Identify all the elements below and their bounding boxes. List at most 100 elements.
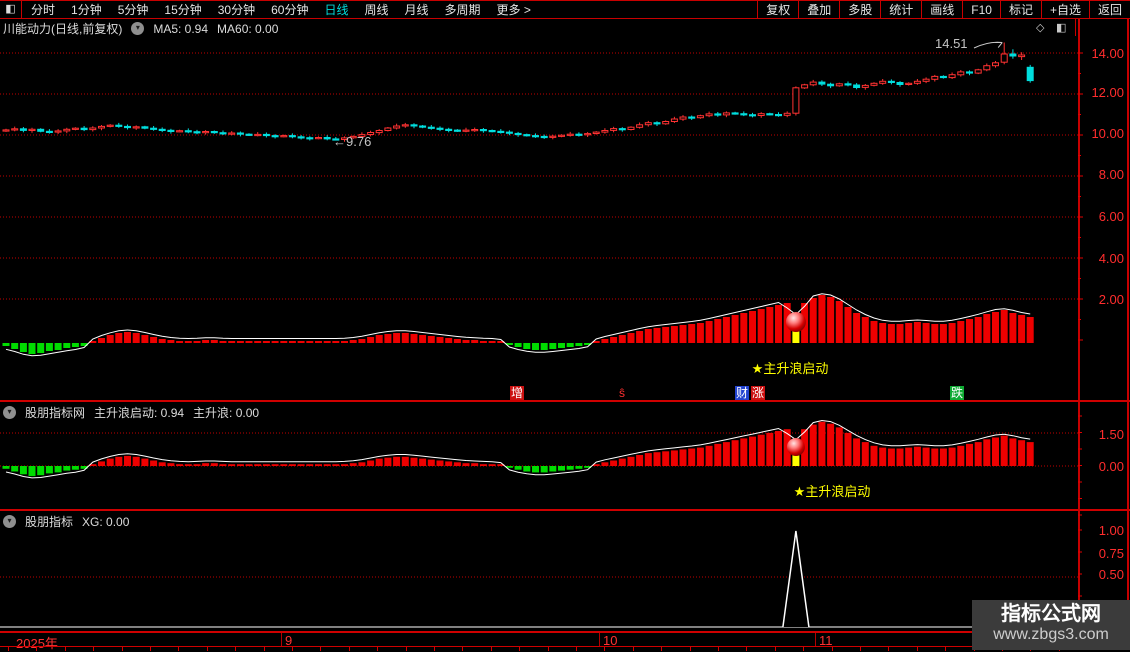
timeline-tick <box>292 647 293 651</box>
date-axis[interactable]: 2025年 9 10 11 <box>0 631 1130 651</box>
watermark-url: www.zbgs3.com <box>993 626 1109 643</box>
timeline-tick <box>320 647 322 651</box>
ma60-readout: MA60: 0.00 <box>217 21 279 36</box>
biaoji-button[interactable]: 标记 <box>999 1 1041 18</box>
timeline-tick <box>235 647 237 651</box>
diamond-icon[interactable]: ◇ <box>1036 21 1044 34</box>
layout-icon[interactable]: ◧ <box>0 1 22 18</box>
timeline-tick <box>206 647 208 651</box>
duogu-button[interactable]: 多股 <box>839 1 880 18</box>
site-watermark: 指标公式网 www.zbgs3.com <box>972 600 1130 650</box>
timeline-tick <box>434 647 435 651</box>
panel2-title: 股朋指标网 <box>25 406 86 420</box>
huaxian-button[interactable]: 画线 <box>921 1 962 18</box>
timeline-tick <box>8 647 9 651</box>
timeline-tick <box>93 647 95 651</box>
toolbar-right-buttons: 复权 叠加 多股 统计 画线 F10 标记 +自选 返回 <box>757 1 1130 18</box>
fuquan-button[interactable]: 复权 <box>757 1 798 18</box>
main-chart-header: 川能动力(日线,前复权) ▾ MA5: 0.94 MA60: 0.00 <box>3 20 278 37</box>
panel3-title: 股朋指标 <box>25 515 74 529</box>
timeline-tick <box>746 647 748 651</box>
tab-15min[interactable]: 15分钟 <box>164 1 201 18</box>
timeline-tick <box>178 647 180 651</box>
timeline-tick <box>64 647 66 651</box>
month-divider <box>281 633 282 646</box>
timeline-tick <box>604 647 606 651</box>
tab-30min[interactable]: 30分钟 <box>218 1 255 18</box>
tab-fenshi[interactable]: 分时 <box>31 1 55 18</box>
timeline-tick <box>689 647 691 651</box>
top-toolbar: ◧ 分时 1分钟 5分钟 15分钟 30分钟 60分钟 日线 周线 月线 多周期… <box>0 0 1130 19</box>
panel-separator <box>0 400 1130 402</box>
timeline-tick <box>150 647 151 651</box>
signal-label-panel2: ★主升浪启动 <box>793 484 871 499</box>
timeline-tick <box>348 647 350 651</box>
month-divider <box>815 633 816 646</box>
axis-ticks <box>1078 52 1083 619</box>
panel3-header: ▾ 股朋指标 XG: 0.00 <box>3 513 129 530</box>
marker-s-flag[interactable]: ŝ <box>618 386 626 400</box>
tab-monthly[interactable]: 月线 <box>405 1 429 18</box>
marker-die[interactable]: 跌 <box>950 386 965 400</box>
diejia-button[interactable]: 叠加 <box>798 1 839 18</box>
timeline-tick <box>263 647 265 651</box>
tab-multi-period[interactable]: 多周期 <box>445 1 481 18</box>
stock-title: 川能动力(日线,前复权) <box>3 22 123 36</box>
collapse-chevron-icon[interactable]: ▾ <box>3 515 16 528</box>
add-watchlist-button[interactable]: +自选 <box>1040 1 1089 18</box>
timeline-tick <box>377 647 379 651</box>
timeline-tick <box>632 647 634 651</box>
panel2-readout-2: 主升浪: 0.00 <box>193 406 260 420</box>
marker-zeng[interactable]: 增 <box>510 386 525 400</box>
timeline-tick <box>490 647 492 651</box>
timeline-tick <box>519 647 521 651</box>
timeline-tick <box>576 647 577 651</box>
timeline-tick <box>774 647 776 651</box>
watermark-title: 指标公式网 <box>1001 603 1101 625</box>
tab-60min[interactable]: 60分钟 <box>271 1 308 18</box>
timeline-tick <box>462 647 464 651</box>
high-price-annotation: 14.51 <box>935 36 968 51</box>
split-window-icon[interactable]: ◧ <box>1056 21 1066 34</box>
low-price-annotation: ←9.76 <box>333 134 372 149</box>
timeline-top-line <box>0 631 1130 633</box>
timeline-tick <box>945 647 947 651</box>
panel2-header: ▾ 股朋指标网 主升浪启动: 0.94 主升浪: 0.00 <box>3 404 259 421</box>
main-chart-canvas[interactable] <box>0 18 1078 401</box>
panel3-readout-1: XG: 0.00 <box>82 514 130 529</box>
tab-1min[interactable]: 1分钟 <box>71 1 102 18</box>
timeline-tick <box>661 647 663 651</box>
collapse-chevron-icon[interactable]: ▾ <box>131 22 145 35</box>
timeline-tick <box>547 647 549 651</box>
header-divider <box>1075 18 1076 36</box>
tab-daily[interactable]: 日线 <box>324 1 348 18</box>
f10-button[interactable]: F10 <box>962 1 1000 18</box>
timeline-tick <box>860 647 861 651</box>
indicator-panel3-canvas[interactable] <box>0 511 1078 631</box>
timeline-tick <box>36 647 38 651</box>
timeline-tick <box>121 647 123 651</box>
period-tabs: 分时 1分钟 5分钟 15分钟 30分钟 60分钟 日线 周线 月线 多周期 更… <box>22 1 531 18</box>
collapse-chevron-icon[interactable]: ▾ <box>3 406 16 419</box>
month-divider <box>599 633 600 646</box>
timeline-tick <box>718 647 719 651</box>
timeline-tick <box>831 647 833 651</box>
timeline-base-line <box>0 646 1130 647</box>
window-right-border <box>1127 0 1129 650</box>
timeline-tick <box>405 647 407 651</box>
tab-more[interactable]: 更多 > <box>497 1 531 18</box>
tab-5min[interactable]: 5分钟 <box>118 1 149 18</box>
panel2-readout-1: 主升浪启动: 0.94 <box>94 406 185 420</box>
ma5-readout: MA5: 0.94 <box>153 21 209 36</box>
timeline-tick <box>888 647 890 651</box>
tab-weekly[interactable]: 周线 <box>364 1 388 18</box>
signal-label-main: ★主升浪启动 <box>751 361 829 376</box>
trading-app-window: { "toolbar": { "window_icon": "◧", "peri… <box>0 0 1130 651</box>
marker-cai[interactable]: 财 <box>735 386 750 400</box>
back-button[interactable]: 返回 <box>1088 1 1130 18</box>
timeline-tick <box>916 647 918 651</box>
tongji-button[interactable]: 统计 <box>880 1 921 18</box>
timeline-tick <box>803 647 805 651</box>
marker-zhang[interactable]: 涨 <box>751 386 766 400</box>
panel-separator <box>0 509 1130 511</box>
